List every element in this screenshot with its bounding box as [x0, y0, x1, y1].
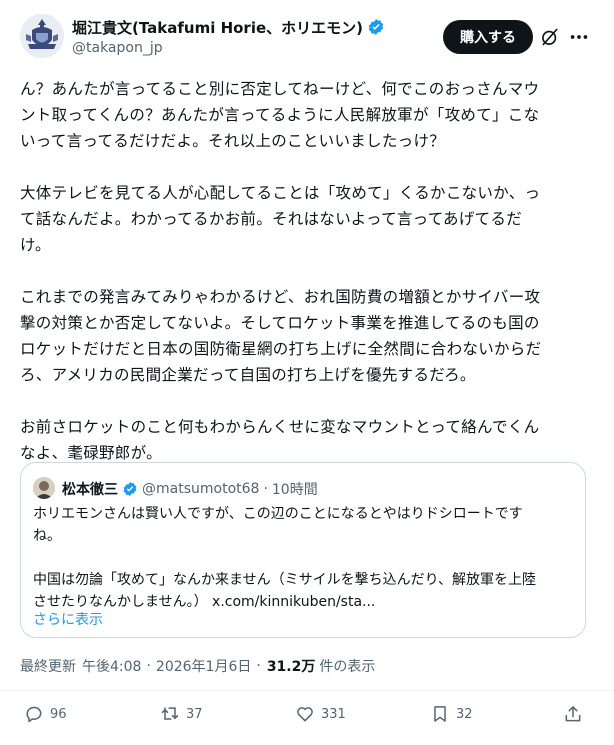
bookmark-icon [434, 706, 446, 722]
quote-avatar-portrait-icon [33, 477, 55, 499]
avatar[interactable] [20, 14, 64, 58]
handle[interactable]: @takapon_jp [72, 40, 163, 56]
quote-avatar[interactable] [33, 477, 55, 499]
quote-handle[interactable]: @matsumotot68 [142, 481, 259, 497]
buy-button[interactable]: 購入する [443, 20, 533, 54]
repost-count: 37 [186, 706, 203, 722]
quote-separator: · [263, 481, 268, 497]
name-row: 堀江貴文(Takafumi Horie、ホリエモン) [72, 16, 385, 38]
quote-display-name[interactable]: 松本徹三 [62, 479, 118, 499]
action-bar: 96 37 331 32 [0, 704, 614, 734]
view-count: 31.2万 [266, 659, 316, 675]
quote-time[interactable]: 10時間 [272, 479, 318, 499]
like-button[interactable]: 331 [295, 704, 346, 724]
quote-text: ホリエモンさんは賢い人ですが、この辺のことになるとやはりドシロートです ね。 中… [33, 506, 537, 610]
share-button[interactable] [563, 704, 589, 724]
meta-separator: · [146, 658, 151, 674]
bookmark-count: 32 [456, 706, 473, 722]
tweet-header: 堀江貴文(Takafumi Horie、ホリエモン) @takapon_jp 購… [0, 0, 614, 70]
reply-count: 96 [50, 706, 67, 722]
verified-badge-icon [368, 19, 384, 35]
like-count: 331 [321, 706, 346, 722]
repost-icon [161, 707, 179, 720]
tweet-text: ん？あんたが言ってること別に否定してねーけど、何でこのおっさんマウ ント取ってく… [20, 80, 542, 462]
reply-button[interactable]: 96 [24, 704, 67, 724]
share-icon [565, 706, 581, 722]
divider [0, 690, 614, 691]
repost-button[interactable]: 37 [160, 704, 203, 724]
meta-separator-2: · [256, 658, 261, 674]
reply-icon [26, 706, 42, 723]
updated-label: 最終更新 [20, 659, 76, 675]
heart-icon [297, 707, 313, 722]
view-count-label: 件の表示 [319, 659, 376, 675]
tweet-card: 堀江貴文(Takafumi Horie、ホリエモン) @takapon_jp 購… [0, 0, 614, 745]
display-name[interactable]: 堀江貴文(Takafumi Horie、ホリエモン) [72, 17, 363, 38]
grok-icon[interactable] [540, 27, 560, 47]
tweet-meta: 最終更新 午後4:08 · 2026年1月6日 · 31.2万 件の表示 [20, 656, 375, 676]
quoted-tweet[interactable]: 松本徹三 @matsumotot68 · 10時間 ホリエモンさんは賢い人ですが… [20, 462, 586, 638]
tweet-time[interactable]: 午後4:08 [82, 656, 141, 676]
bookmark-button[interactable]: 32 [430, 704, 473, 724]
quote-verified-badge-icon [123, 482, 137, 496]
tweet-date[interactable]: 2026年1月6日 [156, 656, 251, 676]
avatar-crest-icon [20, 14, 64, 58]
show-more-link[interactable]: さらに表示 [33, 609, 103, 629]
more-options-icon[interactable] [568, 26, 590, 48]
quote-header: 松本徹三 @matsumotot68 · 10時間 [62, 479, 318, 499]
